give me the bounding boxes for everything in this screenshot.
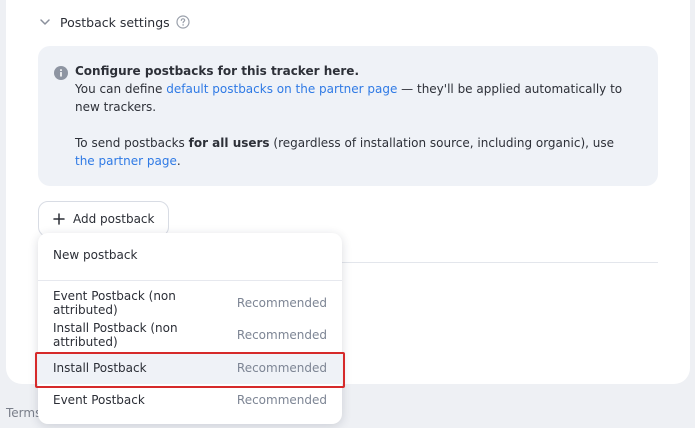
menu-item-event-postback-non-attributed[interactable]: Event Postback (non attributed) Recommen… (38, 287, 342, 319)
info-line3-mid: (regardless of installation source, incl… (269, 136, 614, 150)
info-line2-prefix: You can define (75, 82, 167, 96)
info-line-all-users: To send postbacks for all users (regardl… (75, 134, 635, 170)
add-postback-label: Add postback (73, 212, 155, 226)
chevron-down-icon[interactable] (38, 15, 52, 29)
page: Postback settings Configure postbacks fo… (0, 0, 695, 428)
menu-item-label: Install Postback (non attributed) (53, 321, 178, 349)
divider (342, 262, 658, 263)
add-postback-button[interactable]: Add postback (38, 201, 169, 237)
recommended-badge: Recommended (236, 296, 327, 310)
menu-item-install-postback[interactable]: Install Postback Recommended (38, 352, 342, 384)
info-line3-bold: for all users (188, 136, 270, 150)
plus-icon (52, 212, 66, 226)
add-postback-menu: New postback Event Postback (non attribu… (38, 233, 342, 424)
menu-item-event-postback[interactable]: Event Postback Recommended (38, 384, 342, 416)
menu-item-label: Event Postback (non attributed) (53, 289, 176, 317)
section-title: Postback settings (60, 14, 170, 30)
info-line-default: You can define default postbacks on the … (75, 80, 635, 116)
info-line3-suffix: . (176, 154, 181, 168)
menu-item-new-postback[interactable]: New postback (38, 239, 342, 271)
terms-link[interactable]: Terms (6, 406, 41, 420)
info-box: Configure postbacks for this tracker her… (38, 46, 658, 186)
recommended-badge: Recommended (236, 328, 327, 342)
recommended-badge: Recommended (236, 361, 327, 375)
menu-item-install-postback-non-attributed[interactable]: Install Postback (non attributed) Recomm… (38, 319, 342, 351)
info-text: Configure postbacks for this tracker her… (75, 62, 635, 170)
menu-item-label: New postback (53, 248, 138, 262)
info-line3-prefix: To send postbacks (75, 136, 189, 150)
info-heading: Configure postbacks for this tracker her… (75, 64, 359, 78)
partner-page-link[interactable]: the partner page (75, 154, 177, 168)
menu-item-label: Install Postback (53, 361, 147, 375)
default-postbacks-link[interactable]: default postbacks on the partner page (166, 82, 397, 96)
menu-divider (38, 280, 342, 281)
menu-item-label: Event Postback (53, 393, 145, 407)
recommended-badge: Recommended (236, 393, 327, 407)
info-circle-icon (54, 65, 68, 80)
question-circle-icon[interactable] (176, 15, 190, 29)
postback-settings-header[interactable]: Postback settings (38, 12, 190, 32)
